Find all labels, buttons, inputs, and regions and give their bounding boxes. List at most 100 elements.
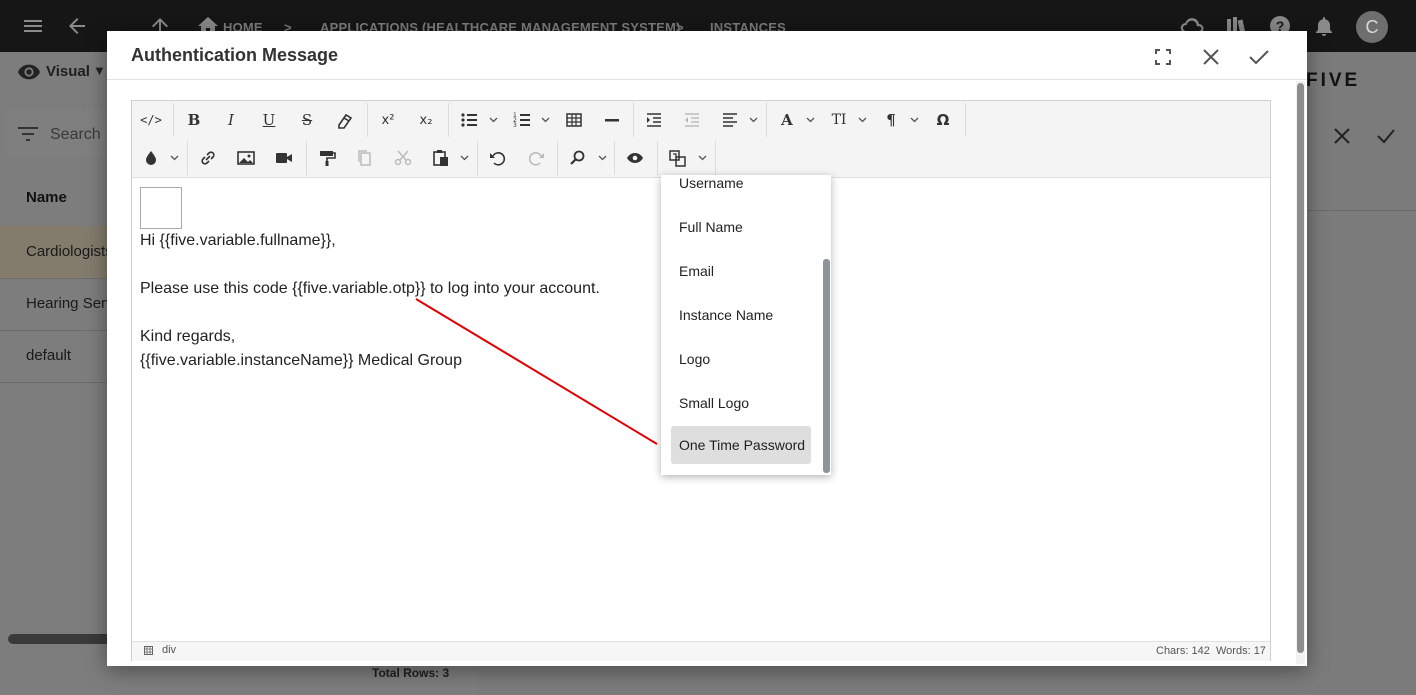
strikethrough-button[interactable]: S (297, 110, 317, 130)
format-painter-icon[interactable] (317, 148, 337, 168)
dialog-title: Authentication Message (131, 45, 339, 65)
view-mode-selector[interactable]: Visual (46, 63, 90, 80)
char-count: Chars: 142 (1156, 645, 1210, 657)
toolbar-separator (367, 103, 368, 137)
align-icon[interactable] (720, 110, 740, 130)
svg-text:3: 3 (513, 122, 517, 129)
color-drop-icon[interactable] (141, 148, 161, 168)
back-arrow-icon[interactable] (65, 14, 89, 38)
five-logo: FIVE (1306, 70, 1361, 91)
filter-icon[interactable] (18, 126, 38, 142)
eraser-icon[interactable] (335, 110, 355, 130)
bulleted-list-icon[interactable] (459, 110, 479, 130)
element-path[interactable]: div (162, 644, 176, 656)
word-count: Words: 17 (1216, 645, 1266, 657)
chevron-down-icon[interactable] (598, 153, 607, 162)
chevron-down-icon[interactable]: ▼ (93, 63, 106, 78)
close-icon[interactable] (1333, 127, 1351, 145)
copy-icon[interactable] (355, 148, 375, 168)
editor-toolbar-row-2 (132, 139, 1270, 178)
check-icon[interactable] (1376, 127, 1396, 145)
link-icon[interactable] (198, 148, 218, 168)
menu-icon[interactable] (21, 14, 45, 38)
dropdown-item-instance-name[interactable]: Instance Name (671, 296, 811, 334)
italic-button[interactable]: I (221, 110, 241, 130)
notifications-icon[interactable] (1312, 14, 1336, 38)
outdent-icon[interactable] (682, 110, 702, 130)
underline-button[interactable]: U (259, 110, 279, 130)
toolbar-separator (448, 103, 449, 137)
toolbar-separator (614, 141, 615, 175)
editor-status-bar: div Chars: 142 Words: 17 (132, 641, 1270, 661)
toolbar-separator (187, 141, 188, 175)
horizontal-rule-icon[interactable] (602, 110, 622, 130)
close-icon[interactable] (1198, 44, 1224, 70)
body-line: Please use this code {{five.variable.otp… (140, 280, 600, 297)
redo-icon[interactable] (526, 148, 546, 168)
toolbar-separator (477, 141, 478, 175)
numbered-list-icon[interactable]: 123 (512, 110, 532, 130)
chevron-down-icon[interactable] (698, 153, 707, 162)
font-size-button[interactable]: TI (829, 110, 849, 130)
preview-eye-icon[interactable] (625, 148, 645, 168)
toolbar-separator (173, 103, 174, 137)
chevron-down-icon[interactable] (170, 153, 179, 162)
find-replace-icon[interactable] (568, 148, 588, 168)
dialog-scrollbar[interactable] (1297, 83, 1304, 653)
paragraph-format-button[interactable]: ¶ (881, 110, 901, 130)
toolbar-separator (766, 103, 767, 137)
chevron-down-icon[interactable] (910, 115, 919, 124)
toolbar-separator (657, 141, 658, 175)
dropdown-item-full-name[interactable]: Full Name (671, 208, 811, 246)
column-header-label: Name (26, 189, 67, 206)
toolbar-separator (715, 141, 716, 175)
list-item-label: Cardiologists (26, 243, 113, 260)
cut-icon[interactable] (393, 148, 413, 168)
avatar[interactable]: C (1356, 11, 1388, 43)
search-input[interactable]: Search (50, 126, 101, 144)
insert-variable-icon[interactable] (668, 148, 688, 168)
superscript-button[interactable]: x² (378, 110, 398, 130)
horizontal-scrollbar[interactable] (8, 634, 118, 644)
list-item-label: Hearing Serv (26, 295, 114, 312)
closing-line: Kind regards, (140, 328, 236, 345)
chevron-down-icon[interactable] (460, 153, 469, 162)
dropdown-item-small-logo[interactable]: Small Logo (671, 384, 811, 422)
dropdown-scrollbar[interactable] (823, 259, 830, 473)
dropdown-item-one-time-password[interactable]: One Time Password (671, 426, 811, 464)
undo-icon[interactable] (488, 148, 508, 168)
toolbar-separator (306, 141, 307, 175)
total-rows: Total Rows: 3 (372, 666, 450, 680)
eye-icon (18, 64, 40, 80)
font-color-button[interactable]: A (777, 110, 797, 130)
dropdown-item-email[interactable]: Email (671, 252, 811, 290)
greeting-line: Hi {{five.variable.fullname}}, (140, 232, 336, 249)
chevron-down-icon[interactable] (858, 115, 867, 124)
logo-image-placeholder (140, 187, 182, 229)
chevron-down-icon[interactable] (749, 115, 758, 124)
table-icon[interactable] (564, 110, 584, 130)
chevron-down-icon[interactable] (541, 115, 550, 124)
subscript-button[interactable]: x₂ (416, 110, 436, 130)
dropdown-item-username[interactable]: Username (671, 175, 811, 202)
chevron-down-icon[interactable] (489, 115, 498, 124)
bold-button[interactable]: B (184, 110, 204, 130)
toolbar-separator (633, 103, 634, 137)
list-item-label: default (26, 347, 72, 364)
signature-line: {{five.variable.instanceName}} Medical G… (140, 352, 462, 369)
dropdown-item-logo[interactable]: Logo (671, 340, 811, 378)
indent-icon[interactable] (644, 110, 664, 130)
toolbar-separator (557, 141, 558, 175)
editor-toolbar-row-1: </> B I U S x² x₂ 123 A TI ¶ Ω (132, 101, 1270, 140)
paste-icon[interactable] (431, 148, 451, 168)
variables-dropdown: Username Full Name Email Instance Name L… (661, 175, 831, 475)
image-icon[interactable] (236, 148, 256, 168)
fullscreen-icon[interactable] (1150, 44, 1176, 70)
source-code-icon[interactable]: </> (140, 110, 162, 130)
toolbar-separator (965, 103, 966, 137)
chevron-down-icon[interactable] (806, 115, 815, 124)
video-icon[interactable] (274, 148, 294, 168)
grid-icon (144, 646, 153, 655)
confirm-check-icon[interactable] (1246, 44, 1272, 70)
special-characters-button[interactable]: Ω (933, 110, 953, 130)
